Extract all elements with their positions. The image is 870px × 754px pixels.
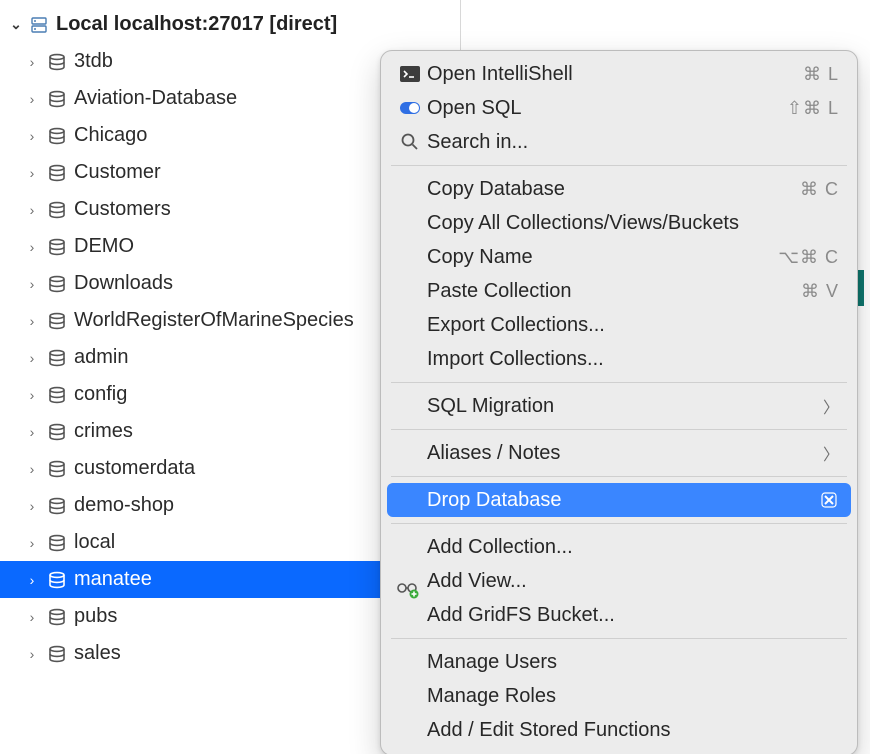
database-label: Customers bbox=[74, 198, 171, 221]
database-label: 3tdb bbox=[74, 50, 113, 73]
database-label: Aviation-Database bbox=[74, 87, 237, 110]
chevron-right-icon: › bbox=[24, 461, 40, 477]
menu-manage-roles[interactable]: Manage Roles bbox=[387, 679, 851, 713]
menu-copy-all[interactable]: Copy All Collections/Views/Buckets bbox=[387, 206, 851, 240]
shortcut-text: ⇧⌘ L bbox=[787, 98, 839, 119]
chevron-right-icon: 〉 bbox=[823, 441, 839, 465]
database-label: DEMO bbox=[74, 235, 134, 258]
database-label: admin bbox=[74, 346, 128, 369]
database-icon bbox=[46, 458, 68, 480]
menu-drop-database[interactable]: Drop Database bbox=[387, 483, 851, 517]
menu-separator bbox=[391, 382, 847, 383]
database-label: manatee bbox=[74, 568, 152, 591]
database-icon bbox=[46, 532, 68, 554]
menu-import-collections[interactable]: Import Collections... bbox=[387, 342, 851, 376]
chevron-right-icon: › bbox=[24, 276, 40, 292]
shortcut-text: ⌘ C bbox=[800, 179, 839, 200]
database-icon bbox=[46, 347, 68, 369]
terminal-icon bbox=[397, 66, 423, 82]
menu-aliases-notes[interactable]: Aliases / Notes 〉 bbox=[387, 436, 851, 470]
menu-search-in[interactable]: Search in... bbox=[387, 125, 851, 159]
chevron-right-icon: › bbox=[24, 572, 40, 588]
menu-separator bbox=[391, 523, 847, 524]
database-icon bbox=[46, 421, 68, 443]
chevron-right-icon: › bbox=[24, 387, 40, 403]
menu-separator bbox=[391, 638, 847, 639]
database-icon bbox=[46, 310, 68, 332]
database-label: Customer bbox=[74, 161, 161, 184]
menu-separator bbox=[391, 429, 847, 430]
menu-open-sql[interactable]: Open SQL ⇧⌘ L bbox=[387, 91, 851, 125]
menu-copy-database[interactable]: Copy Database ⌘ C bbox=[387, 172, 851, 206]
delete-icon bbox=[819, 490, 839, 510]
chevron-right-icon: › bbox=[24, 239, 40, 255]
chevron-right-icon: › bbox=[24, 535, 40, 551]
shortcut-text: ⌘ V bbox=[801, 281, 839, 302]
chevron-right-icon: › bbox=[24, 313, 40, 329]
database-icon bbox=[46, 384, 68, 406]
search-icon bbox=[397, 132, 423, 152]
database-label: crimes bbox=[74, 420, 133, 443]
database-icon bbox=[46, 273, 68, 295]
database-icon bbox=[46, 643, 68, 665]
shortcut-text: ⌥⌘ C bbox=[778, 247, 839, 268]
database-label: pubs bbox=[74, 605, 117, 628]
menu-open-intellishell[interactable]: Open IntelliShell ⌘ L bbox=[387, 57, 851, 91]
database-label: customerdata bbox=[74, 457, 195, 480]
chevron-right-icon: › bbox=[24, 54, 40, 70]
database-label: local bbox=[74, 531, 115, 554]
database-icon bbox=[46, 569, 68, 591]
add-view-icon bbox=[394, 576, 420, 602]
database-label: config bbox=[74, 383, 127, 406]
chevron-right-icon: › bbox=[24, 91, 40, 107]
chevron-right-icon: › bbox=[24, 498, 40, 514]
database-label: sales bbox=[74, 642, 121, 665]
chevron-right-icon: › bbox=[24, 424, 40, 440]
database-icon bbox=[46, 51, 68, 73]
chevron-right-icon: › bbox=[24, 202, 40, 218]
chevron-down-icon: ⌄ bbox=[8, 16, 24, 33]
context-menu: Open IntelliShell ⌘ L Open SQL ⇧⌘ L Sear… bbox=[380, 50, 858, 754]
menu-separator bbox=[391, 476, 847, 477]
database-icon bbox=[46, 606, 68, 628]
database-label: WorldRegisterOfMarineSpecies bbox=[74, 309, 354, 332]
shortcut-text: ⌘ L bbox=[803, 64, 839, 85]
menu-stored-functions[interactable]: Add / Edit Stored Functions bbox=[387, 713, 851, 747]
database-icon bbox=[46, 162, 68, 184]
menu-sql-migration[interactable]: SQL Migration 〉 bbox=[387, 389, 851, 423]
server-icon bbox=[28, 14, 50, 36]
toggle-icon bbox=[397, 102, 423, 114]
menu-add-collection[interactable]: Add Collection... bbox=[387, 530, 851, 564]
chevron-right-icon: 〉 bbox=[823, 394, 839, 418]
database-icon bbox=[46, 495, 68, 517]
database-label: Chicago bbox=[74, 124, 147, 147]
database-label: Downloads bbox=[74, 272, 173, 295]
menu-separator bbox=[391, 165, 847, 166]
chevron-right-icon: › bbox=[24, 128, 40, 144]
menu-paste-collection[interactable]: Paste Collection ⌘ V bbox=[387, 274, 851, 308]
database-icon bbox=[46, 199, 68, 221]
connection-label: Local localhost:27017 [direct] bbox=[56, 13, 337, 36]
menu-copy-name[interactable]: Copy Name ⌥⌘ C bbox=[387, 240, 851, 274]
accent-stripe bbox=[858, 270, 864, 306]
chevron-right-icon: › bbox=[24, 350, 40, 366]
menu-add-view[interactable]: Add View... bbox=[387, 564, 851, 598]
database-label: demo-shop bbox=[74, 494, 174, 517]
database-icon bbox=[46, 125, 68, 147]
connection-root[interactable]: ⌄ Local localhost:27017 [direct] bbox=[0, 6, 460, 43]
menu-add-gridfs[interactable]: Add GridFS Bucket... bbox=[387, 598, 851, 632]
database-icon bbox=[46, 236, 68, 258]
database-icon bbox=[46, 88, 68, 110]
chevron-right-icon: › bbox=[24, 609, 40, 625]
menu-manage-users[interactable]: Manage Users bbox=[387, 645, 851, 679]
chevron-right-icon: › bbox=[24, 646, 40, 662]
menu-export-collections[interactable]: Export Collections... bbox=[387, 308, 851, 342]
chevron-right-icon: › bbox=[24, 165, 40, 181]
